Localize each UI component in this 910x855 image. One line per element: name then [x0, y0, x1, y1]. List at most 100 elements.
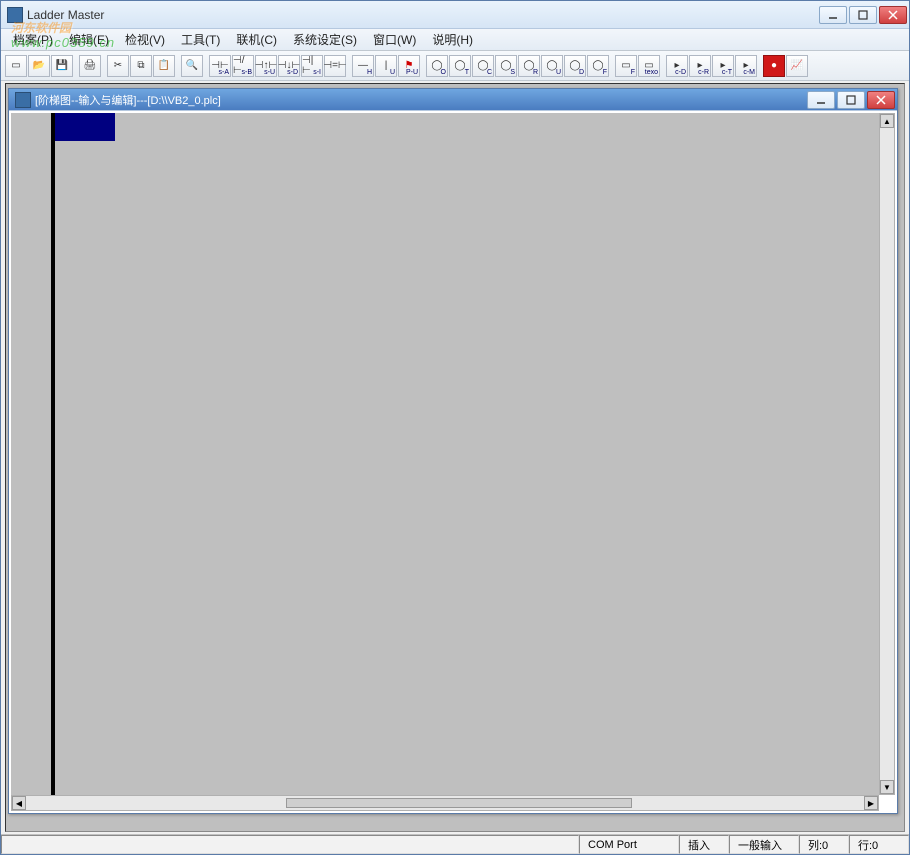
coil-o-icon[interactable]: ◯O [426, 55, 448, 77]
maximize-button[interactable] [849, 6, 877, 24]
vline-icon-glyph: | [385, 61, 388, 71]
child-minimize-button[interactable] [807, 91, 835, 109]
contact-b-icon[interactable]: ⊣/⊢s-B [232, 55, 254, 77]
menu-help[interactable]: 说明(H) [424, 29, 481, 50]
text-icon[interactable]: ▭texo [638, 55, 660, 77]
child-maximize-button[interactable] [837, 91, 865, 109]
open-icon[interactable]: 📂 [28, 55, 50, 77]
scroll-right-icon[interactable]: ▶ [864, 796, 878, 810]
menubar: 档案(P) 编辑(E) 检视(V) 工具(T) 联机(C) 系统设定(S) 窗口… [1, 29, 909, 51]
coil-f-icon-sub: F [603, 69, 607, 76]
menu-window[interactable]: 窗口(W) [365, 29, 424, 50]
func-icon-sub: F [631, 69, 635, 76]
minimize-button[interactable] [819, 6, 847, 24]
toolbar-separator [421, 55, 425, 77]
contact-u-icon-sub: s-U [264, 69, 275, 76]
menu-edit[interactable]: 编辑(E) [61, 29, 117, 50]
ladder-editor[interactable] [11, 113, 879, 795]
close-button[interactable] [879, 6, 907, 24]
contact-a-icon[interactable]: ⊣⊢s-A [209, 55, 231, 77]
app-title: Ladder Master [27, 8, 819, 22]
cut-icon-glyph: ✂ [114, 61, 122, 71]
coil-o-icon-sub: O [441, 69, 446, 76]
contact-u-icon[interactable]: ⊣↑⊢s-U [255, 55, 277, 77]
child-window-buttons [807, 91, 895, 109]
child-titlebar[interactable]: [阶梯图--输入与编辑]---[D:\\VB2_0.plc] [9, 89, 897, 111]
child-horizontal-scrollbar[interactable]: ◀ ▶ [11, 795, 879, 811]
chart-icon-glyph: 📈 [791, 61, 803, 71]
cm-icon-sub: c-M [743, 69, 755, 76]
new-icon-glyph: ▭ [11, 61, 20, 71]
record-icon[interactable]: ● [763, 55, 785, 77]
vline-icon-sub: U [390, 69, 395, 76]
cr-icon[interactable]: ▸c-R [689, 55, 711, 77]
copy-icon-glyph: ⧉ [137, 61, 144, 71]
ct-icon[interactable]: ▸c-T [712, 55, 734, 77]
toolbar: ▭ 📂 💾 🖨 ✂ ⧉ 📋 🔍 ⊣⊢s-A⊣/⊢s-B⊣↑⊢s-U⊣↓⊢s-D⊣|⊢s-I⊣=⊢… [1, 51, 909, 81]
cr-icon-sub: c-R [698, 69, 709, 76]
func-icon[interactable]: ▭F [615, 55, 637, 77]
paste-icon-glyph: 📋 [158, 61, 170, 71]
statusbar: COM Port 插入 一般输入 列:0 行:0 [1, 834, 909, 854]
contact-i-icon[interactable]: ⊣|⊢s-I [301, 55, 323, 77]
menu-connect[interactable]: 联机(C) [228, 29, 285, 50]
child-close-button[interactable] [867, 91, 895, 109]
status-insert-mode: 插入 [679, 835, 729, 854]
flag-icon[interactable]: ⚑P-U [398, 55, 420, 77]
ladder-cursor[interactable] [55, 113, 115, 141]
scroll-left-icon[interactable]: ◀ [12, 796, 26, 810]
find-icon[interactable]: 🔍 [181, 55, 203, 77]
cd-icon[interactable]: ▸c-D [666, 55, 688, 77]
flag-icon-sub: P-U [406, 69, 418, 76]
coil-c-icon-sub: C [487, 69, 492, 76]
paste-icon[interactable]: 📋 [153, 55, 175, 77]
menu-file[interactable]: 档案(P) [5, 29, 61, 50]
child-title: [阶梯图--输入与编辑]---[D:\\VB2_0.plc] [35, 92, 807, 108]
cut-icon[interactable]: ✂ [107, 55, 129, 77]
coil-d-icon-sub: D [579, 69, 584, 76]
child-window: [阶梯图--输入与编辑]---[D:\\VB2_0.plc] ▲ ▼ ◀ ▶ [8, 88, 898, 814]
coil-r-icon[interactable]: ◯R [518, 55, 540, 77]
copy-icon[interactable]: ⧉ [130, 55, 152, 77]
coil-f-icon[interactable]: ◯F [587, 55, 609, 77]
status-row: 行:0 [849, 835, 909, 854]
child-vertical-scrollbar[interactable]: ▲ ▼ [879, 113, 895, 795]
coil-s-icon[interactable]: ◯S [495, 55, 517, 77]
coil-d-icon[interactable]: ◯D [564, 55, 586, 77]
contact-i-icon-sub: s-I [313, 69, 321, 76]
status-message [1, 835, 579, 854]
menu-view[interactable]: 检视(V) [117, 29, 173, 50]
coil-c-icon[interactable]: ◯C [472, 55, 494, 77]
scroll-up-icon[interactable]: ▲ [880, 114, 894, 128]
record-icon-glyph: ● [771, 61, 777, 71]
status-com-port[interactable]: COM Port [579, 835, 679, 854]
open-icon-glyph: 📂 [33, 61, 45, 71]
print-icon-glyph: 🖨 [84, 61, 97, 71]
coil-t-icon[interactable]: ◯T [449, 55, 471, 77]
main-titlebar[interactable]: Ladder Master [1, 1, 909, 29]
vline-icon[interactable]: |U [375, 55, 397, 77]
toolbar-separator [74, 55, 78, 77]
save-icon[interactable]: 💾 [51, 55, 73, 77]
contact-b-icon-sub: s-B [242, 69, 253, 76]
menu-system[interactable]: 系统设定(S) [285, 29, 365, 50]
hline-icon[interactable]: —H [352, 55, 374, 77]
coil-u-icon[interactable]: ◯U [541, 55, 563, 77]
new-icon[interactable]: ▭ [5, 55, 27, 77]
hscroll-thumb[interactable] [286, 798, 632, 808]
mdi-client-area: [阶梯图--输入与编辑]---[D:\\VB2_0.plc] ▲ ▼ ◀ ▶ [5, 83, 905, 832]
chart-icon[interactable]: 📈 [786, 55, 808, 77]
toolbar-separator [102, 55, 106, 77]
cm-icon[interactable]: ▸c-M [735, 55, 757, 77]
contact-d-icon-sub: s-D [287, 69, 298, 76]
print-icon[interactable]: 🖨 [79, 55, 101, 77]
coil-r-icon-sub: R [533, 69, 538, 76]
toolbar-separator [610, 55, 614, 77]
find-icon-glyph: 🔍 [186, 61, 198, 71]
scroll-down-icon[interactable]: ▼ [880, 780, 894, 794]
contact-eq-icon[interactable]: ⊣=⊢ [324, 55, 346, 77]
contact-d-icon[interactable]: ⊣↓⊢s-D [278, 55, 300, 77]
toolbar-separator [176, 55, 180, 77]
toolbar-separator [661, 55, 665, 77]
menu-tools[interactable]: 工具(T) [173, 29, 228, 50]
